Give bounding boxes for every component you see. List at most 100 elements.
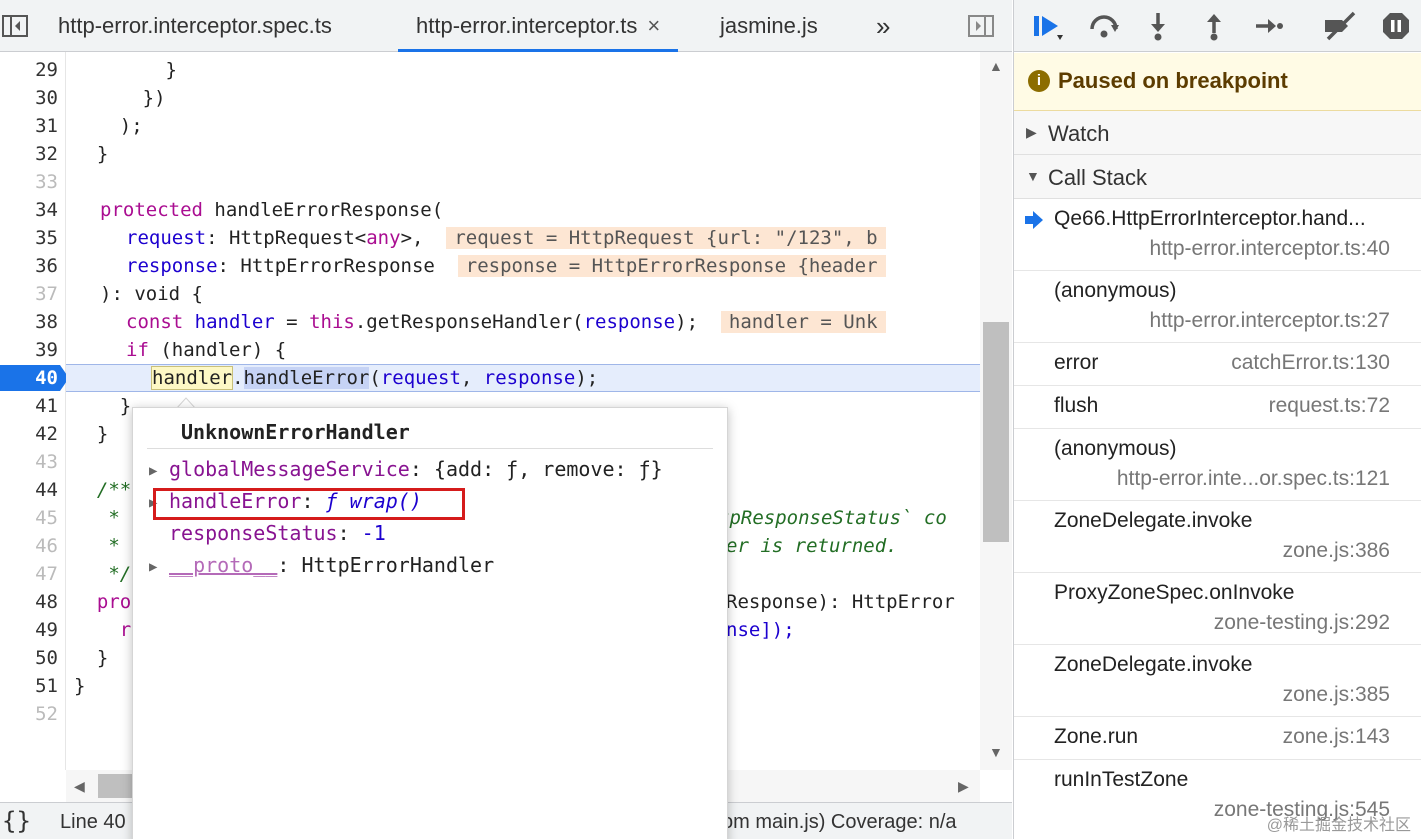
- line-number[interactable]: 32: [0, 140, 58, 168]
- line-number-gutter[interactable]: 29 30 31 32 33 34 35 36 37 38 39 40 41 4…: [0, 52, 69, 770]
- call-frame[interactable]: ProxyZoneSpec.onInvoke zone-testing.js:2…: [1014, 573, 1421, 645]
- line-number[interactable]: 29: [0, 56, 58, 84]
- more-tabs-button[interactable]: »: [876, 0, 890, 52]
- frame-location[interactable]: request.ts:72: [1269, 394, 1390, 418]
- code-line: }: [74, 672, 85, 700]
- call-stack-section-header[interactable]: ▼ Call Stack: [1014, 155, 1421, 199]
- call-frame[interactable]: Zone.run zone.js:143: [1014, 717, 1421, 760]
- pause-on-exceptions-button[interactable]: [1376, 8, 1416, 44]
- frame-location[interactable]: http-error.inte...or.spec.ts:121: [1117, 467, 1390, 491]
- step-over-button[interactable]: [1084, 8, 1124, 44]
- line-number[interactable]: 30: [0, 84, 58, 112]
- comment: */: [74, 563, 132, 585]
- code-line: ): void {: [100, 280, 203, 308]
- line-number[interactable]: 31: [0, 112, 58, 140]
- code-line: *: [74, 504, 119, 532]
- pretty-print-button[interactable]: {}: [2, 807, 31, 835]
- call-frame[interactable]: error catchError.ts:130: [1014, 343, 1421, 386]
- frame-location[interactable]: http-error.interceptor.ts:40: [1150, 237, 1390, 261]
- frame-location[interactable]: catchError.ts:130: [1231, 351, 1390, 375]
- expand-triangle-icon[interactable]: ▶: [149, 456, 169, 486]
- toggle-debugger-button[interactable]: [966, 12, 996, 40]
- code-line: );: [74, 112, 143, 140]
- expand-triangle-icon[interactable]: ▶: [149, 552, 169, 582]
- scroll-right-icon[interactable]: ▶: [958, 778, 969, 795]
- code-text: Response): HttpError: [726, 591, 955, 613]
- editor-tab-bar: http-error.interceptor.spec.ts http-erro…: [0, 0, 1012, 52]
- line-number[interactable]: 36: [0, 252, 58, 280]
- line-number[interactable]: 52: [0, 700, 58, 728]
- frame-name: (anonymous): [1054, 279, 1177, 302]
- step-into-button[interactable]: [1138, 8, 1178, 44]
- inline-value[interactable]: request = HttpRequest {url: "/123", b: [446, 227, 886, 249]
- scroll-left-icon[interactable]: ◀: [74, 778, 85, 795]
- resume-icon: [1034, 16, 1063, 40]
- section-label: Watch: [1048, 121, 1110, 146]
- line-number[interactable]: 45: [0, 504, 58, 532]
- tab-label: http-error.interceptor.spec.ts: [58, 13, 332, 38]
- line-number[interactable]: 48: [0, 588, 58, 616]
- param-name: request: [126, 227, 207, 249]
- line-number[interactable]: 46: [0, 532, 58, 560]
- property-row-proto[interactable]: ▶ __proto__: HttpErrorHandler: [149, 550, 494, 580]
- inline-value[interactable]: response = HttpErrorResponse {header: [457, 255, 886, 277]
- tab-http-error-interceptor-spec[interactable]: http-error.interceptor.spec.ts: [58, 0, 332, 52]
- line-number[interactable]: 41: [0, 392, 58, 420]
- call-frame[interactable]: (anonymous) http-error.inte...or.spec.ts…: [1014, 429, 1421, 501]
- line-number[interactable]: 43: [0, 448, 58, 476]
- call-frame[interactable]: ZoneDelegate.invoke zone.js:386: [1014, 501, 1421, 573]
- line-number[interactable]: 37: [0, 280, 58, 308]
- resume-button[interactable]: [1028, 8, 1068, 44]
- scroll-up-icon[interactable]: ▲: [989, 58, 1003, 74]
- code-text: : HttpErrorResponse: [217, 255, 435, 277]
- line-number[interactable]: 39: [0, 336, 58, 364]
- frame-location[interactable]: http-error.interceptor.ts:27: [1150, 309, 1390, 333]
- line-number[interactable]: 44: [0, 476, 58, 504]
- line-number[interactable]: 50: [0, 644, 58, 672]
- hovered-token[interactable]: handler: [150, 366, 234, 390]
- selected-token[interactable]: handleError: [243, 367, 370, 389]
- line-number[interactable]: 47: [0, 560, 58, 588]
- step-button[interactable]: [1248, 8, 1288, 44]
- scrollbar-thumb[interactable]: [983, 322, 1009, 542]
- frame-name: ZoneDelegate.invoke: [1054, 509, 1253, 532]
- source-map-info[interactable]: om main.js) Coverage: n/a: [722, 811, 957, 834]
- tab-http-error-interceptor[interactable]: http-error.interceptor.ts ×: [398, 0, 679, 52]
- property-row-globalmessageservice[interactable]: ▶ globalMessageService: {add: ƒ, remove: …: [149, 454, 663, 484]
- property-row-responsestatus[interactable]: responseStatus: -1: [149, 518, 386, 548]
- code-text: );: [74, 115, 143, 137]
- call-frame-current[interactable]: Qe66.HttpErrorInterceptor.hand... http-e…: [1014, 199, 1421, 271]
- frame-location[interactable]: zone-testing.js:292: [1214, 611, 1390, 635]
- scroll-down-icon[interactable]: ▼: [989, 744, 1003, 760]
- keyword: protected: [100, 199, 203, 221]
- object-preview-popover[interactable]: UnknownErrorHandler ▶ globalMessageServic…: [132, 407, 728, 839]
- line-number[interactable]: 35: [0, 224, 58, 252]
- line-number[interactable]: 51: [0, 672, 58, 700]
- close-tab-icon[interactable]: ×: [647, 0, 660, 52]
- watch-section-header[interactable]: ▶ Watch: [1014, 111, 1421, 155]
- line-number[interactable]: 42: [0, 420, 58, 448]
- step-out-button[interactable]: [1194, 8, 1234, 44]
- code-line: */: [74, 560, 131, 588]
- code-text: ,: [460, 367, 484, 389]
- deactivate-breakpoints-button[interactable]: [1320, 8, 1360, 44]
- breakpoint-marker[interactable]: 40: [0, 364, 70, 392]
- toggle-navigator-button[interactable]: [0, 12, 30, 40]
- tab-label: jasmine.js: [720, 13, 818, 38]
- code-text: .: [232, 367, 244, 389]
- call-frame[interactable]: ZoneDelegate.invoke zone.js:385: [1014, 645, 1421, 717]
- line-number[interactable]: 33: [0, 168, 58, 196]
- property-key: __proto__: [169, 553, 278, 577]
- frame-location[interactable]: zone.js:386: [1283, 539, 1390, 563]
- line-number[interactable]: 38: [0, 308, 58, 336]
- call-frame[interactable]: flush request.ts:72: [1014, 386, 1421, 429]
- code-text: }: [74, 647, 109, 669]
- editor-vertical-scrollbar[interactable]: ▲ ▼: [980, 52, 1012, 770]
- line-number[interactable]: 34: [0, 196, 58, 224]
- frame-location[interactable]: zone.js:143: [1283, 725, 1390, 749]
- inline-value[interactable]: handler = Unk: [720, 311, 886, 333]
- frame-location[interactable]: zone.js:385: [1283, 683, 1390, 707]
- line-number[interactable]: 49: [0, 616, 58, 644]
- call-frame[interactable]: (anonymous) http-error.interceptor.ts:27: [1014, 271, 1421, 343]
- tab-jasmine[interactable]: jasmine.js: [720, 0, 818, 52]
